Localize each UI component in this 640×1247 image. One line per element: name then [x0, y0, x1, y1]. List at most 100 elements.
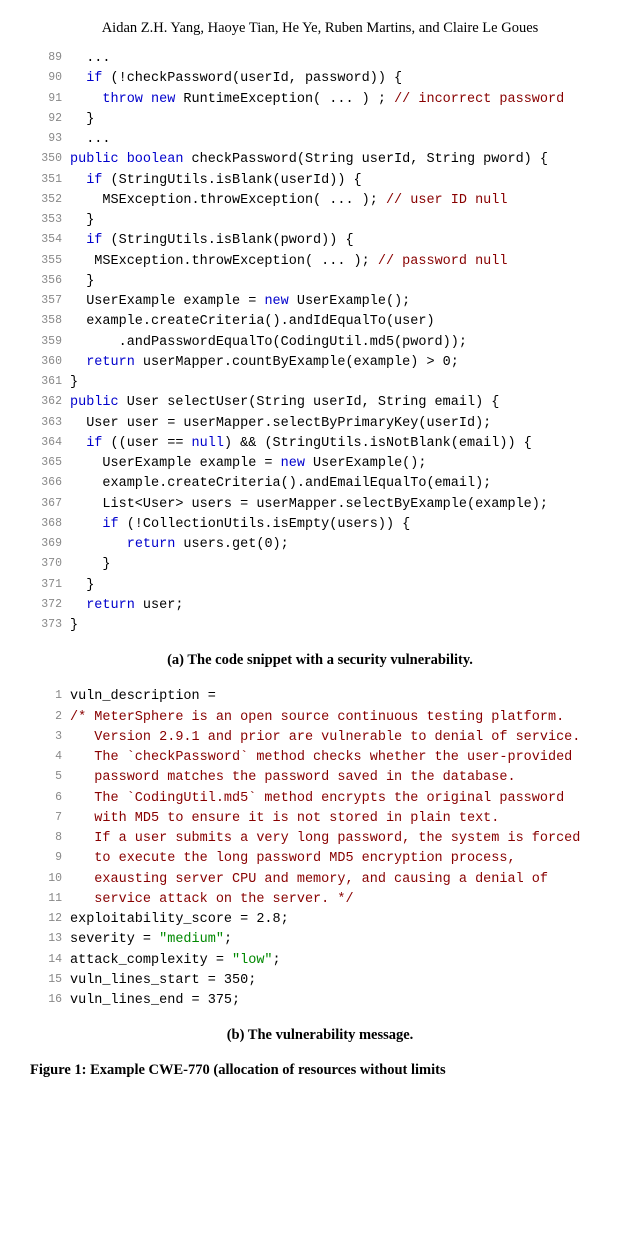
figure-label: Figure 1: Example CWE-770 (allocation of…: [30, 1062, 610, 1079]
line-number: 354: [30, 231, 70, 251]
code-text: Version 2.9.1 and prior are vulnerable t…: [70, 728, 580, 748]
code-line: 370 }: [30, 555, 610, 575]
code-line: 3 Version 2.9.1 and prior are vulnerable…: [30, 728, 610, 748]
code-text: vuln_lines_start = 350;: [70, 971, 256, 991]
line-number: 12: [30, 910, 70, 930]
code-text: vuln_description =: [70, 687, 216, 707]
line-number: 351: [30, 171, 70, 191]
line-number: 352: [30, 191, 70, 211]
line-number: 366: [30, 474, 70, 494]
code-text: MSException.throwException( ... ); // us…: [70, 191, 507, 211]
line-number: 16: [30, 991, 70, 1011]
line-number: 5: [30, 768, 70, 788]
code-line: 360 return userMapper.countByExample(exa…: [30, 353, 610, 373]
code-text: return users.get(0);: [70, 535, 289, 555]
code-line: 90 if (!checkPassword(userId, password))…: [30, 69, 610, 89]
line-number: 356: [30, 272, 70, 292]
line-number: 15: [30, 971, 70, 991]
code-line: 355 MSException.throwException( ... ); /…: [30, 252, 610, 272]
code-text: example.createCriteria().andEmailEqualTo…: [70, 474, 491, 494]
code-text: if (!checkPassword(userId, password)) {: [70, 69, 402, 89]
code-text: User user = userMapper.selectByPrimaryKe…: [70, 414, 491, 434]
code-listing-b: 1vuln_description =2/* MeterSphere is an…: [30, 687, 610, 1011]
code-line: 364 if ((user == null) && (StringUtils.i…: [30, 434, 610, 454]
code-line: 363 User user = userMapper.selectByPrima…: [30, 414, 610, 434]
line-number: 353: [30, 211, 70, 231]
code-listing-a: 89 ...90 if (!checkPassword(userId, pass…: [30, 49, 610, 636]
code-text: if (StringUtils.isBlank(pword)) {: [70, 231, 354, 251]
code-line: 351 if (StringUtils.isBlank(userId)) {: [30, 171, 610, 191]
code-line: 359 .andPasswordEqualTo(CodingUtil.md5(p…: [30, 333, 610, 353]
line-number: 371: [30, 576, 70, 596]
code-text: /* MeterSphere is an open source continu…: [70, 708, 564, 728]
line-number: 90: [30, 69, 70, 89]
code-line: 1vuln_description =: [30, 687, 610, 707]
line-number: 4: [30, 748, 70, 768]
code-line: 361}: [30, 373, 610, 393]
code-line: 91 throw new RuntimeException( ... ) ; /…: [30, 90, 610, 110]
code-line: 353 }: [30, 211, 610, 231]
line-number: 9: [30, 849, 70, 869]
line-number: 6: [30, 789, 70, 809]
code-text: The `checkPassword` method checks whethe…: [70, 748, 572, 768]
line-number: 13: [30, 930, 70, 950]
code-text: service attack on the server. */: [70, 890, 354, 910]
code-line: 10 exausting server CPU and memory, and …: [30, 870, 610, 890]
code-line: 357 UserExample example = new UserExampl…: [30, 292, 610, 312]
line-number: 3: [30, 728, 70, 748]
code-line: 4 The `checkPassword` method checks whet…: [30, 748, 610, 768]
code-text: public boolean checkPassword(String user…: [70, 150, 548, 170]
code-line: 367 List<User> users = userMapper.select…: [30, 495, 610, 515]
line-number: 364: [30, 434, 70, 454]
code-line: 93 ...: [30, 130, 610, 150]
code-line: 9 to execute the long password MD5 encry…: [30, 849, 610, 869]
code-text: }: [70, 616, 78, 636]
code-line: 350public boolean checkPassword(String u…: [30, 150, 610, 170]
code-text: MSException.throwException( ... ); // pa…: [70, 252, 507, 272]
caption-a: (a) The code snippet with a security vul…: [30, 652, 610, 669]
line-number: 359: [30, 333, 70, 353]
line-number: 362: [30, 393, 70, 413]
code-line: 11 service attack on the server. */: [30, 890, 610, 910]
line-number: 8: [30, 829, 70, 849]
caption-b: (b) The vulnerability message.: [30, 1027, 610, 1044]
code-text: public User selectUser(String userId, St…: [70, 393, 499, 413]
line-number: 360: [30, 353, 70, 373]
code-text: ...: [70, 130, 111, 150]
authors-line: Aidan Z.H. Yang, Haoye Tian, He Ye, Rube…: [30, 20, 610, 37]
code-text: exausting server CPU and memory, and cau…: [70, 870, 548, 890]
code-line: 2/* MeterSphere is an open source contin…: [30, 708, 610, 728]
code-line: 358 example.createCriteria().andIdEqualT…: [30, 312, 610, 332]
line-number: 368: [30, 515, 70, 535]
code-line: 354 if (StringUtils.isBlank(pword)) {: [30, 231, 610, 251]
line-number: 350: [30, 150, 70, 170]
line-number: 92: [30, 110, 70, 130]
line-number: 93: [30, 130, 70, 150]
line-number: 14: [30, 951, 70, 971]
line-number: 373: [30, 616, 70, 636]
code-text: example.createCriteria().andIdEqualTo(us…: [70, 312, 435, 332]
code-text: }: [70, 576, 94, 596]
code-line: 369 return users.get(0);: [30, 535, 610, 555]
code-text: if (StringUtils.isBlank(userId)) {: [70, 171, 362, 191]
line-number: 361: [30, 373, 70, 393]
code-text: The `CodingUtil.md5` method encrypts the…: [70, 789, 564, 809]
code-text: ...: [70, 49, 111, 69]
line-number: 7: [30, 809, 70, 829]
line-number: 91: [30, 90, 70, 110]
code-text: return userMapper.countByExample(example…: [70, 353, 459, 373]
line-number: 10: [30, 870, 70, 890]
code-text: }: [70, 110, 94, 130]
code-text: }: [70, 373, 78, 393]
code-text: }: [70, 272, 94, 292]
code-line: 365 UserExample example = new UserExampl…: [30, 454, 610, 474]
line-number: 11: [30, 890, 70, 910]
code-text: return user;: [70, 596, 183, 616]
code-text: with MD5 to ensure it is not stored in p…: [70, 809, 499, 829]
code-text: throw new RuntimeException( ... ) ; // i…: [70, 90, 564, 110]
line-number: 89: [30, 49, 70, 69]
code-line: 89 ...: [30, 49, 610, 69]
code-line: 15vuln_lines_start = 350;: [30, 971, 610, 991]
code-line: 7 with MD5 to ensure it is not stored in…: [30, 809, 610, 829]
code-line: 13severity = "medium";: [30, 930, 610, 950]
